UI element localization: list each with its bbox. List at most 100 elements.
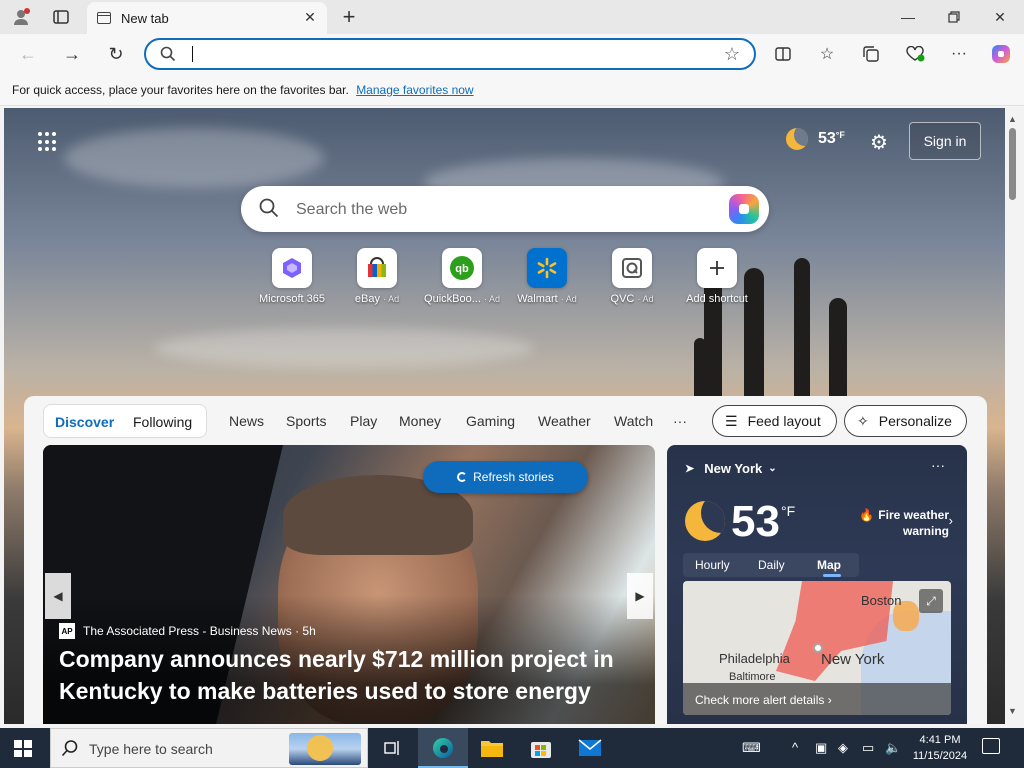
- minimize-icon[interactable]: —: [885, 6, 931, 28]
- refresh-stories-button[interactable]: Refresh stories: [423, 461, 588, 493]
- shortcut-ad-badge: · Ad: [637, 294, 654, 304]
- tab-discover[interactable]: Discover: [55, 414, 114, 430]
- nav-weather[interactable]: Weather: [538, 413, 591, 429]
- security-icon[interactable]: ◈: [838, 740, 848, 756]
- shortcut-ebay[interactable]: eBay · Ad: [332, 248, 422, 305]
- microsoft-store-icon[interactable]: [527, 734, 555, 762]
- scroll-down-icon[interactable]: ▼: [1008, 706, 1017, 716]
- nav-more[interactable]: ···: [673, 413, 687, 429]
- weather-tab-map[interactable]: Map: [817, 558, 841, 572]
- check-alert-details-link[interactable]: Check more alert details ›: [683, 683, 951, 715]
- page-settings-icon[interactable]: ⚙: [870, 130, 888, 155]
- sparkle-icon: ✧: [857, 412, 869, 429]
- carousel-next-icon[interactable]: ▶: [627, 573, 653, 619]
- publisher-logo: AP: [59, 623, 75, 639]
- carousel-prev-icon[interactable]: ◀: [45, 573, 71, 619]
- favorites-icon[interactable]: ☆: [814, 42, 840, 66]
- copilot-icon[interactable]: [729, 194, 759, 224]
- add-favorite-icon[interactable]: ☆: [724, 44, 740, 65]
- windows-start-icon[interactable]: [14, 740, 32, 757]
- browser-essentials-icon[interactable]: [902, 42, 928, 66]
- nav-play[interactable]: Play: [350, 413, 377, 429]
- settings-more-icon[interactable]: ···: [946, 42, 972, 66]
- task-view-icon[interactable]: [378, 734, 406, 762]
- favorites-bar: For quick access, place your favorites h…: [0, 74, 1024, 106]
- volume-icon[interactable]: 🔈: [885, 740, 901, 756]
- walmart-icon: [527, 248, 567, 288]
- favorites-prompt: For quick access, place your favorites h…: [12, 83, 349, 97]
- weather-more-icon[interactable]: ···: [931, 457, 945, 473]
- apps-launcher-icon[interactable]: [38, 132, 58, 152]
- refresh-icon[interactable]: ↻: [102, 42, 130, 66]
- copilot-icon[interactable]: [988, 42, 1014, 66]
- shortcut-ad-badge: · Ad: [483, 294, 500, 304]
- map-city-label: Baltimore: [729, 671, 776, 683]
- moon-icon: [786, 128, 808, 150]
- scrollbar-thumb[interactable]: [1009, 128, 1016, 200]
- scroll-up-icon[interactable]: ▲: [1008, 114, 1017, 124]
- quickbooks-icon: qb: [442, 248, 482, 288]
- mail-icon[interactable]: [576, 734, 604, 762]
- personalize-button[interactable]: ✧ Personalize: [844, 405, 967, 437]
- page-scrollbar[interactable]: [1005, 108, 1024, 724]
- chevron-up-icon[interactable]: ^: [792, 740, 798, 755]
- shortcut-qvc[interactable]: QVC · Ad: [587, 248, 677, 305]
- tab-actions-icon[interactable]: [50, 7, 72, 27]
- new-tab-button[interactable]: +: [337, 4, 361, 30]
- shortcut-label: eBay: [354, 293, 380, 305]
- chevron-down-icon: ⌄: [768, 463, 777, 474]
- header-weather[interactable]: 53°F: [786, 128, 845, 150]
- nav-news[interactable]: News: [229, 413, 264, 429]
- weather-alert[interactable]: 🔥 Fire weather warning: [853, 507, 949, 539]
- nav-watch[interactable]: Watch: [614, 413, 653, 429]
- story-headline[interactable]: Company announces nearly $712 million pr…: [59, 643, 639, 707]
- nav-gaming[interactable]: Gaming: [466, 413, 515, 429]
- weather-tab-daily[interactable]: Daily: [758, 558, 785, 572]
- file-explorer-icon[interactable]: [478, 734, 506, 762]
- shortcut-microsoft-365[interactable]: Microsoft 365: [247, 248, 337, 305]
- keyboard-icon[interactable]: ⌨: [742, 740, 761, 756]
- collections-icon[interactable]: [858, 42, 884, 66]
- edge-icon[interactable]: [429, 734, 457, 762]
- address-bar[interactable]: ☆: [144, 38, 756, 70]
- back-icon[interactable]: ←: [14, 42, 42, 66]
- forward-icon[interactable]: →: [58, 42, 86, 66]
- weather-tab-hourly[interactable]: Hourly: [695, 558, 730, 572]
- restore-icon[interactable]: [931, 6, 977, 28]
- manage-favorites-link[interactable]: Manage favorites now: [356, 83, 473, 97]
- shortcut-add[interactable]: Add shortcut: [672, 248, 762, 305]
- hero-story-card[interactable]: Refresh stories ◀ ▶ AP The Associated Pr…: [43, 445, 655, 724]
- close-window-icon[interactable]: ✕: [977, 6, 1023, 28]
- tab-following[interactable]: Following: [133, 414, 192, 430]
- header-weather-temp: 53°F: [818, 130, 845, 147]
- weather-card[interactable]: ➤ New York ⌄ ··· 53 °F 🔥 Fire weather war…: [667, 445, 967, 724]
- web-search-box[interactable]: Search the web: [241, 186, 769, 232]
- shortcut-ad-badge: · Ad: [560, 294, 577, 304]
- chevron-right-icon[interactable]: ›: [949, 513, 953, 528]
- shortcut-label: QVC: [610, 293, 635, 305]
- split-screen-icon[interactable]: [770, 42, 796, 66]
- weather-location[interactable]: ➤ New York ⌄: [685, 461, 777, 476]
- tab-new-tab[interactable]: New tab ✕: [87, 2, 327, 34]
- story-source: AP The Associated Press - Business News …: [59, 623, 316, 639]
- search-icon: [259, 198, 279, 218]
- shortcut-walmart[interactable]: Walmart · Ad: [502, 248, 592, 305]
- notifications-icon[interactable]: [982, 738, 1000, 754]
- search-placeholder: Search the web: [296, 201, 408, 218]
- close-tab-icon[interactable]: ✕: [301, 9, 319, 26]
- tab-title: New tab: [121, 10, 169, 26]
- taskbar-clock[interactable]: 4:41 PM 11/15/2024: [908, 732, 972, 764]
- nav-sports[interactable]: Sports: [286, 413, 326, 429]
- expand-map-icon[interactable]: ⤢: [919, 589, 943, 613]
- clock-date: 11/15/2024: [912, 750, 968, 762]
- network-icon[interactable]: ▭: [862, 740, 874, 756]
- feed-layout-button[interactable]: ☰ Feed layout: [712, 405, 837, 437]
- nav-money[interactable]: Money: [399, 413, 441, 429]
- selected-tab-indicator: [823, 574, 841, 577]
- shortcut-quickbooks[interactable]: qb QuickBoo... · Ad: [417, 248, 507, 305]
- profile-icon[interactable]: [10, 7, 32, 27]
- taskbar-search-box[interactable]: Type here to search: [50, 728, 368, 768]
- sign-in-button[interactable]: Sign in: [909, 122, 981, 160]
- refresh-spinner-icon: [457, 472, 468, 482]
- meet-now-icon[interactable]: ▣: [815, 740, 827, 756]
